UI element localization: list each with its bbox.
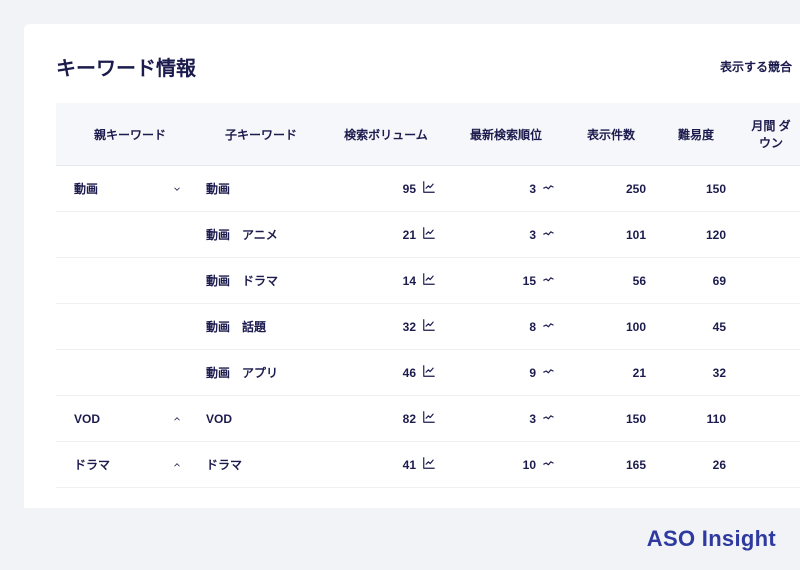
difficulty-cell: 32: [656, 350, 736, 396]
rank-cell: 8: [446, 304, 566, 350]
parent-keyword-cell: [56, 304, 196, 350]
brand-logo: ASO Insight: [647, 526, 776, 552]
trend-icon[interactable]: [542, 226, 556, 243]
rank-cell: 15: [446, 258, 566, 304]
chevron-up-icon[interactable]: [172, 460, 182, 470]
difficulty-cell: 120: [656, 212, 736, 258]
child-keyword-cell: 動画アニメ: [196, 212, 326, 258]
volume-cell: 21: [326, 212, 446, 258]
difficulty-cell: 110: [656, 396, 736, 442]
child-keyword-cell: 動画アプリ: [196, 350, 326, 396]
trend-icon[interactable]: [542, 410, 556, 427]
download-cell: [736, 442, 800, 488]
results-cell: 101: [566, 212, 656, 258]
th-parent[interactable]: 親キーワード: [56, 103, 196, 166]
table-row[interactable]: 動画話題32810045: [56, 304, 800, 350]
parent-keyword-cell: [56, 258, 196, 304]
chart-icon[interactable]: [422, 272, 436, 289]
th-child[interactable]: 子キーワード: [196, 103, 326, 166]
parent-keyword-cell[interactable]: VOD: [56, 396, 196, 442]
download-cell: [736, 166, 800, 212]
parent-keyword-cell[interactable]: ドラマ: [56, 442, 196, 488]
th-difficulty[interactable]: 難易度: [656, 103, 736, 166]
competitor-toggle-label[interactable]: 表示する競合: [720, 58, 792, 75]
volume-cell: 41: [326, 442, 446, 488]
volume-cell: 46: [326, 350, 446, 396]
rank-cell: 3: [446, 166, 566, 212]
volume-cell: 14: [326, 258, 446, 304]
parent-keyword-cell[interactable]: 動画: [56, 166, 196, 212]
th-rank[interactable]: 最新検索順位: [446, 103, 566, 166]
chart-icon[interactable]: [422, 226, 436, 243]
trend-icon[interactable]: [542, 364, 556, 381]
chevron-up-icon[interactable]: [172, 414, 182, 424]
results-cell: 56: [566, 258, 656, 304]
table-row[interactable]: VODVOD823150110: [56, 396, 800, 442]
child-keyword-cell: ドラマ: [196, 442, 326, 488]
page-title: キーワード情報: [56, 52, 196, 81]
results-cell: 150: [566, 396, 656, 442]
difficulty-cell: 150: [656, 166, 736, 212]
child-keyword-cell: 動画: [196, 166, 326, 212]
difficulty-cell: 69: [656, 258, 736, 304]
keyword-info-panel: キーワード情報 表示する競合 親キーワード 子キーワード 検索ボリューム 最新検…: [24, 24, 800, 508]
chart-icon[interactable]: [422, 318, 436, 335]
keyword-table-wrap: 親キーワード 子キーワード 検索ボリューム 最新検索順位 表示件数 難易度 月間…: [56, 103, 800, 488]
table-row[interactable]: 動画動画953250150: [56, 166, 800, 212]
chart-icon[interactable]: [422, 456, 436, 473]
download-cell: [736, 396, 800, 442]
parent-keyword-cell: [56, 350, 196, 396]
download-cell: [736, 258, 800, 304]
child-keyword-cell: 動画ドラマ: [196, 258, 326, 304]
trend-icon[interactable]: [542, 318, 556, 335]
chart-icon[interactable]: [422, 180, 436, 197]
th-volume[interactable]: 検索ボリューム: [326, 103, 446, 166]
chevron-down-icon[interactable]: [172, 184, 182, 194]
th-results[interactable]: 表示件数: [566, 103, 656, 166]
trend-icon[interactable]: [542, 180, 556, 197]
volume-cell: 82: [326, 396, 446, 442]
results-cell: 250: [566, 166, 656, 212]
child-keyword-cell: VOD: [196, 396, 326, 442]
table-row[interactable]: 動画ドラマ14155669: [56, 258, 800, 304]
download-cell: [736, 350, 800, 396]
table-row[interactable]: 動画アプリ4692132: [56, 350, 800, 396]
results-cell: 165: [566, 442, 656, 488]
child-keyword-cell: 動画話題: [196, 304, 326, 350]
trend-icon[interactable]: [542, 272, 556, 289]
rank-cell: 3: [446, 396, 566, 442]
table-row[interactable]: ドラマドラマ411016526: [56, 442, 800, 488]
download-cell: [736, 212, 800, 258]
difficulty-cell: 26: [656, 442, 736, 488]
download-cell: [736, 304, 800, 350]
table-row[interactable]: 動画アニメ213101120: [56, 212, 800, 258]
trend-icon[interactable]: [542, 456, 556, 473]
th-download[interactable]: 月間 ダウン: [736, 103, 800, 166]
chart-icon[interactable]: [422, 410, 436, 427]
volume-cell: 32: [326, 304, 446, 350]
difficulty-cell: 45: [656, 304, 736, 350]
rank-cell: 3: [446, 212, 566, 258]
rank-cell: 9: [446, 350, 566, 396]
volume-cell: 95: [326, 166, 446, 212]
results-cell: 21: [566, 350, 656, 396]
keyword-table: 親キーワード 子キーワード 検索ボリューム 最新検索順位 表示件数 難易度 月間…: [56, 103, 800, 488]
parent-keyword-cell: [56, 212, 196, 258]
chart-icon[interactable]: [422, 364, 436, 381]
rank-cell: 10: [446, 442, 566, 488]
results-cell: 100: [566, 304, 656, 350]
